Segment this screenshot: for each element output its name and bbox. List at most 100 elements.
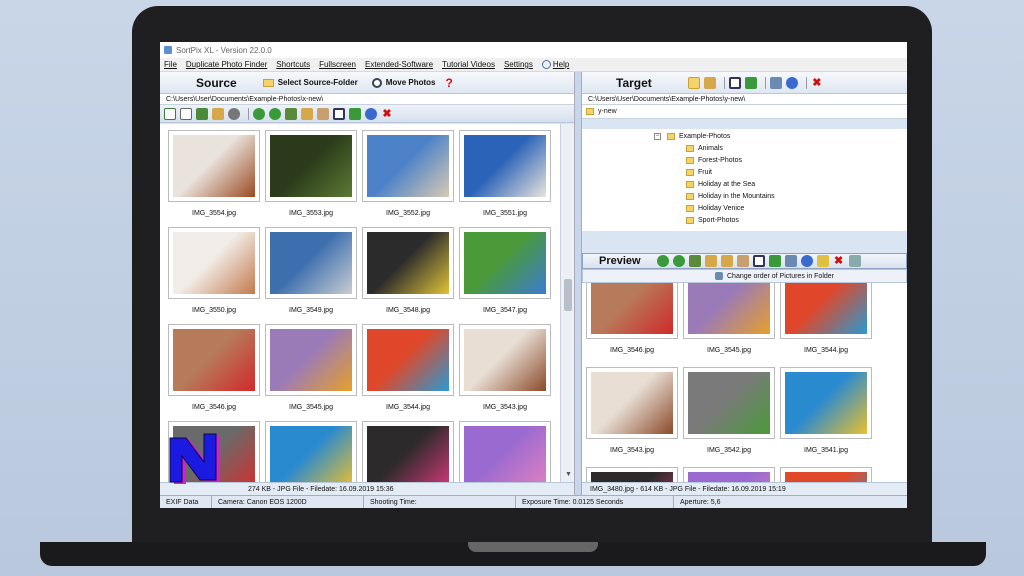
tree-item-fruit[interactable]: Fruit: [686, 169, 712, 176]
rotate-left-icon[interactable]: [253, 107, 265, 120]
change-order-label: Change order of Pictures in Folder: [727, 272, 834, 280]
flip-icon[interactable]: [285, 107, 297, 120]
check-all-icon[interactable]: [164, 107, 176, 120]
delete-icon[interactable]: ✖: [381, 108, 393, 120]
rotate-right-icon[interactable]: [269, 107, 281, 120]
thumbnail-frame: [780, 283, 872, 339]
import-icon[interactable]: [784, 255, 797, 267]
thumbnail-image: [785, 283, 867, 334]
flip-icon[interactable]: [688, 255, 701, 267]
pane-splitter[interactable]: [574, 72, 582, 495]
thumbnail-cell[interactable]: IMG_3545.jpg: [265, 324, 357, 416]
help-button[interactable]: ?: [446, 76, 453, 90]
thumbnail-cell[interactable]: [780, 467, 872, 482]
select-source-folder-button[interactable]: Select Source-Folder: [262, 78, 358, 87]
source-scrollbar[interactable]: ▼: [560, 124, 574, 482]
tree-item-sea[interactable]: Holiday at the Sea: [686, 181, 755, 188]
thumbnail-image: [270, 329, 352, 391]
resize-icon[interactable]: [704, 255, 717, 267]
close-preview-icon[interactable]: [848, 255, 861, 267]
info-icon[interactable]: [317, 107, 329, 120]
zoom-icon[interactable]: [333, 107, 345, 120]
thumbnail-cell[interactable]: IMG_3545.jpg: [683, 283, 775, 359]
uncheck-icon[interactable]: [180, 107, 192, 120]
thumbnail-cell[interactable]: IMG_3546.jpg: [168, 324, 260, 416]
menu-shortcuts[interactable]: Shortcuts: [276, 60, 310, 69]
menu-extended-software[interactable]: Extended-Software: [365, 60, 433, 69]
thumbnail-cell[interactable]: [459, 421, 551, 482]
thumbnail-cell[interactable]: IMG_3550.jpg: [168, 227, 260, 319]
delete-icon[interactable]: ✖: [811, 77, 823, 89]
thumbnail-image: [367, 232, 449, 294]
thumbnail-cell[interactable]: IMG_3551.jpg: [459, 130, 551, 222]
scrollbar-thumb[interactable]: [564, 279, 572, 311]
shooting-time-value: Shooting Time:: [364, 496, 516, 508]
thumbnail-cell[interactable]: [586, 467, 678, 482]
app-icon: [164, 46, 172, 54]
zoom-icon[interactable]: [752, 255, 765, 267]
menu-fullscreen[interactable]: Fullscreen: [319, 60, 356, 69]
scroll-down-icon[interactable]: ▼: [565, 471, 572, 478]
refresh-icon[interactable]: [800, 255, 813, 267]
resize-icon[interactable]: [301, 107, 313, 120]
thumbnail-cell[interactable]: IMG_3553.jpg: [265, 130, 357, 222]
thumbnail-cell[interactable]: [683, 467, 775, 482]
info-icon[interactable]: [736, 255, 749, 267]
thumbnail-cell[interactable]: IMG_3543.jpg: [459, 324, 551, 416]
thumbnail-cell[interactable]: IMG_3552.jpg: [362, 130, 454, 222]
thumbnail-cell[interactable]: IMG_3544.jpg: [780, 283, 872, 359]
thumbnail-label: IMG_3554.jpg: [192, 210, 236, 217]
zoom-icon[interactable]: [728, 76, 741, 89]
tree-root[interactable]: − Example-Photos: [654, 133, 730, 140]
grid-icon[interactable]: [212, 107, 224, 120]
import-icon[interactable]: [769, 76, 782, 89]
thumbnail-cell[interactable]: IMG_3547.jpg: [459, 227, 551, 319]
aperture-value: Aperture: 5,6: [680, 499, 721, 506]
menu-file[interactable]: File: [164, 60, 177, 69]
new-folder-icon[interactable]: [687, 76, 700, 89]
tree-item-mountains[interactable]: Holiday in the Mountains: [686, 193, 775, 200]
menu-duplicate-finder[interactable]: Duplicate Photo Finder: [186, 60, 267, 69]
move-folder-icon[interactable]: [703, 76, 716, 89]
menu-settings[interactable]: Settings: [504, 60, 533, 69]
thumbnail-label: IMG_3553.jpg: [289, 210, 333, 217]
rotate-right-icon[interactable]: [672, 255, 685, 267]
tree-item-animals[interactable]: Animals: [686, 145, 723, 152]
refresh-icon[interactable]: [365, 107, 377, 120]
menu-tutorial-videos[interactable]: Tutorial Videos: [442, 60, 495, 69]
thumbnail-label: IMG_3548.jpg: [386, 307, 430, 314]
move-photos-button[interactable]: Move Photos: [371, 77, 436, 88]
refresh-icon[interactable]: [785, 76, 798, 89]
thumbnail-cell[interactable]: [362, 421, 454, 482]
thumbnail-frame: [168, 227, 260, 299]
tree-item-sport[interactable]: Sport-Photos: [686, 217, 739, 224]
settings-icon[interactable]: [228, 107, 240, 120]
thumbnail-cell[interactable]: IMG_3541.jpg: [780, 367, 872, 459]
thumbnail-image: [688, 283, 770, 334]
thumbnail-cell[interactable]: IMG_3542.jpg: [683, 367, 775, 459]
thumbnail-cell[interactable]: IMG_3549.jpg: [265, 227, 357, 319]
thumbnail-cell[interactable]: [265, 421, 357, 482]
thumbnail-image: [270, 135, 352, 197]
rotate-left-icon[interactable]: [656, 255, 669, 267]
thumbnail-cell[interactable]: IMG_3543.jpg: [586, 367, 678, 459]
thumbnail-cell[interactable]: IMG_3546.jpg: [586, 283, 678, 359]
thumbnail-label: IMG_3545.jpg: [289, 404, 333, 411]
export-icon[interactable]: [744, 76, 757, 89]
delete-icon[interactable]: ✖: [833, 255, 845, 267]
folder-icon: [667, 133, 675, 140]
arrange-icon[interactable]: [196, 107, 208, 120]
collapse-icon[interactable]: −: [654, 133, 661, 140]
thumbnail-cell[interactable]: IMG_3544.jpg: [362, 324, 454, 416]
thumbnail-cell[interactable]: IMG_3554.jpg: [168, 130, 260, 222]
tree-item-venice[interactable]: Holiday Venice: [686, 205, 744, 212]
slideshow-icon[interactable]: [816, 255, 829, 267]
change-order-button[interactable]: Change order of Pictures in Folder: [582, 269, 907, 283]
thumbnail-cell[interactable]: IMG_3548.jpg: [362, 227, 454, 319]
export-icon[interactable]: [768, 255, 781, 267]
export-icon[interactable]: [349, 107, 361, 120]
tree-item-forest[interactable]: Forest-Photos: [686, 157, 742, 164]
menu-help[interactable]: Help: [553, 60, 569, 69]
move-icon[interactable]: [720, 255, 733, 267]
target-folder-field[interactable]: y-new: [582, 105, 907, 119]
